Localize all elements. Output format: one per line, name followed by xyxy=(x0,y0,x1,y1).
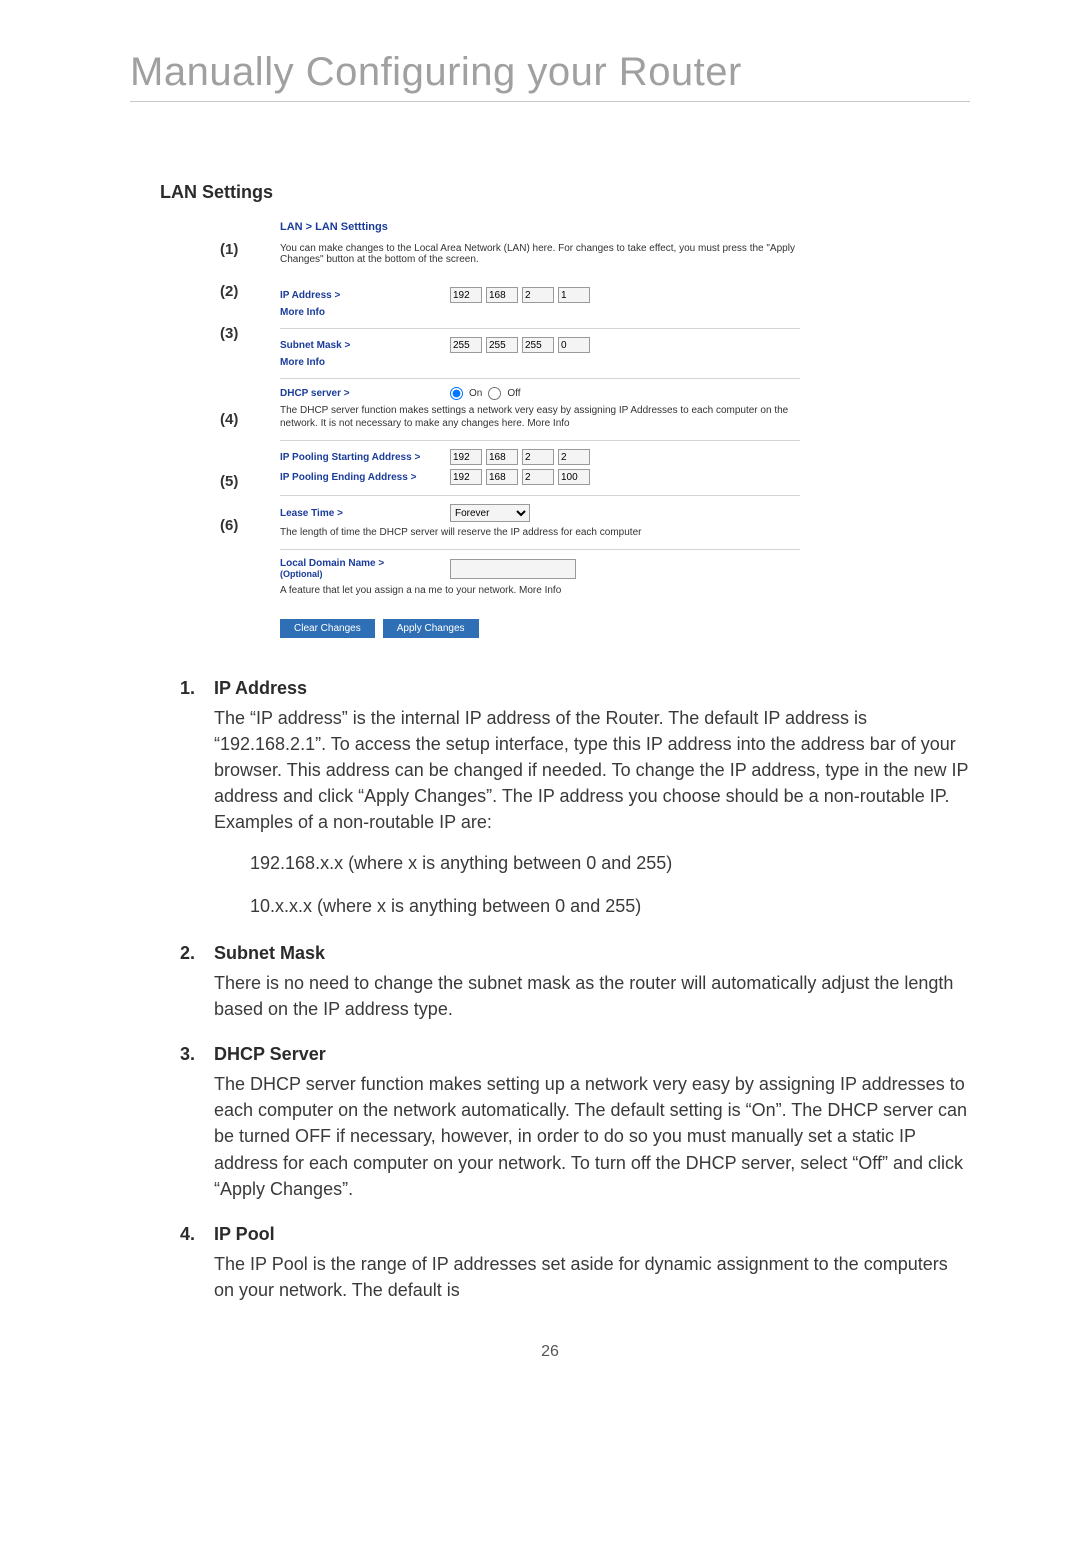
pool-start-4[interactable] xyxy=(558,449,590,465)
item-number: 1. xyxy=(180,678,214,699)
pool-end-3[interactable] xyxy=(522,469,554,485)
pool-end-4[interactable] xyxy=(558,469,590,485)
lease-label: Lease Time > xyxy=(280,508,450,519)
item-heading: IP Pool xyxy=(214,1224,275,1244)
domain-desc: A feature that let you assign a na me to… xyxy=(280,584,800,597)
item-ip-address: 1.IP Address The “IP address” is the int… xyxy=(180,678,970,921)
domain-optional: (Optional) xyxy=(280,569,323,579)
item-sub-1: 192.168.x.x (where x is anything between… xyxy=(250,849,970,878)
callout-1: (1) xyxy=(220,241,238,258)
dhcp-label: DHCP server > xyxy=(280,388,450,399)
breadcrumb: LAN > LAN Setttings xyxy=(280,221,800,233)
pool-start-label: IP Pooling Starting Address > xyxy=(280,452,450,463)
item-paragraph: There is no need to change the subnet ma… xyxy=(214,970,970,1022)
ip-address-label: IP Address > xyxy=(280,290,450,301)
subnet-more-info[interactable]: More Info xyxy=(280,357,800,368)
clear-changes-button[interactable]: Clear Changes xyxy=(280,619,375,638)
dhcp-on-radio[interactable] xyxy=(450,387,463,400)
subnet-octet-1[interactable] xyxy=(450,337,482,353)
subnet-label: Subnet Mask > xyxy=(280,340,450,351)
page-number: 26 xyxy=(130,1343,970,1361)
item-paragraph: The IP Pool is the range of IP addresses… xyxy=(214,1251,970,1303)
dhcp-on-label: On xyxy=(469,388,482,399)
dhcp-desc: The DHCP server function makes settings … xyxy=(280,404,800,430)
page-title: Manually Configuring your Router xyxy=(130,50,970,95)
pool-start-2[interactable] xyxy=(486,449,518,465)
item-number: 4. xyxy=(180,1224,214,1245)
item-number: 2. xyxy=(180,943,214,964)
pool-end-1[interactable] xyxy=(450,469,482,485)
ip-octet-4[interactable] xyxy=(558,287,590,303)
item-dhcp-server: 3.DHCP Server The DHCP server function m… xyxy=(180,1044,970,1201)
dhcp-off-label: Off xyxy=(507,388,520,399)
item-ip-pool: 4.IP Pool The IP Pool is the range of IP… xyxy=(180,1224,970,1303)
panel-intro: You can make changes to the Local Area N… xyxy=(280,243,800,265)
router-ui-panel: LAN > LAN Setttings You can make changes… xyxy=(280,221,800,638)
ip-octet-2[interactable] xyxy=(486,287,518,303)
item-heading: IP Address xyxy=(214,678,307,698)
item-subnet-mask: 2.Subnet Mask There is no need to change… xyxy=(180,943,970,1022)
pool-start-1[interactable] xyxy=(450,449,482,465)
callout-5: (5) xyxy=(220,473,238,490)
subnet-octet-3[interactable] xyxy=(522,337,554,353)
screenshot-figure: (1) (2) (3) (4) (5) (6) LAN > LAN Settti… xyxy=(220,221,970,638)
item-paragraph: The “IP address” is the internal IP addr… xyxy=(214,705,970,835)
pool-end-label: IP Pooling Ending Address > xyxy=(280,472,450,483)
item-heading: Subnet Mask xyxy=(214,943,325,963)
callout-4: (4) xyxy=(220,411,238,428)
item-number: 3. xyxy=(180,1044,214,1065)
domain-input[interactable] xyxy=(450,559,576,579)
dhcp-off-radio[interactable] xyxy=(488,387,501,400)
callout-column: (1) (2) (3) (4) (5) (6) xyxy=(220,221,280,638)
subnet-octet-2[interactable] xyxy=(486,337,518,353)
pool-start-3[interactable] xyxy=(522,449,554,465)
section-heading: LAN Settings xyxy=(160,182,970,203)
item-sub-2: 10.x.x.x (where x is anything between 0 … xyxy=(250,892,970,921)
domain-label: Local Domain Name > (Optional) xyxy=(280,558,450,580)
ip-octet-1[interactable] xyxy=(450,287,482,303)
callout-2: (2) xyxy=(220,283,238,300)
ip-more-info[interactable]: More Info xyxy=(280,307,800,318)
subnet-octet-4[interactable] xyxy=(558,337,590,353)
item-paragraph: The DHCP server function makes setting u… xyxy=(214,1071,970,1201)
ip-octet-3[interactable] xyxy=(522,287,554,303)
pool-end-2[interactable] xyxy=(486,469,518,485)
lease-desc: The length of time the DHCP server will … xyxy=(280,526,800,539)
callout-3: (3) xyxy=(220,325,238,342)
item-heading: DHCP Server xyxy=(214,1044,326,1064)
callout-6: (6) xyxy=(220,517,238,534)
lease-select[interactable]: Forever xyxy=(450,504,530,522)
title-rule xyxy=(130,101,970,102)
apply-changes-button[interactable]: Apply Changes xyxy=(383,619,479,638)
description-list: 1.IP Address The “IP address” is the int… xyxy=(180,678,970,1303)
